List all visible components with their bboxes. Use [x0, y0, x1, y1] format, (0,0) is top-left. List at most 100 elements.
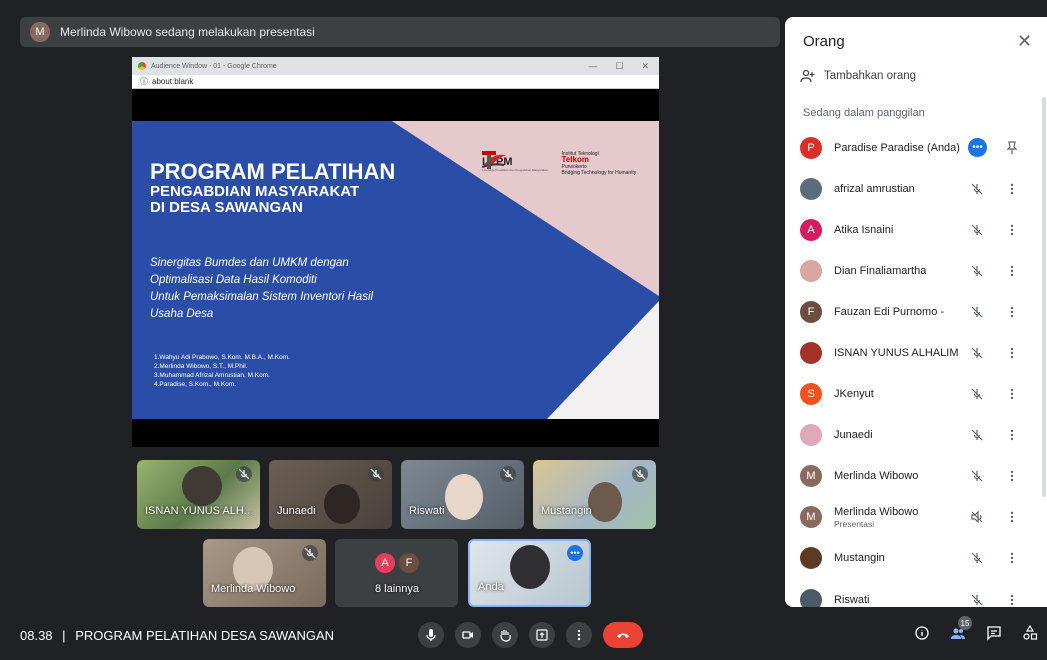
chrome-icon	[138, 62, 146, 70]
participant-name: Mustangin	[541, 505, 592, 517]
more-vert-icon[interactable]	[1007, 223, 1017, 237]
slide-logos: LPPM Lembaga Penelitian dan Pengabdian Ma…	[482, 151, 636, 176]
participant-avatar	[800, 424, 822, 447]
present-button[interactable]	[529, 622, 555, 648]
end-call-button[interactable]	[603, 622, 643, 648]
more-vert-icon[interactable]	[1007, 510, 1017, 524]
participant-avatar: F	[800, 300, 822, 323]
panel-scrollbar[interactable]	[1042, 97, 1046, 497]
more-vert-icon[interactable]	[1007, 264, 1017, 278]
presenting-label: Presentasi	[834, 518, 875, 529]
call-controls	[418, 622, 643, 648]
participant-row[interactable]: S JKenyut	[785, 374, 1040, 415]
more-button[interactable]	[566, 622, 592, 648]
participant-name: Junaedi	[834, 429, 873, 442]
self-video	[510, 545, 550, 589]
more-vert-icon[interactable]	[1007, 346, 1017, 360]
mic-off-icon	[500, 466, 516, 482]
slide-title: PROGRAM PELATIHAN	[150, 159, 396, 184]
participant-row[interactable]: Mustangin	[785, 538, 1040, 579]
presenting-text: Merlinda Wibowo sedang melakukan present…	[60, 25, 315, 39]
chat-button[interactable]	[986, 625, 1002, 646]
panel-title: Orang	[803, 33, 845, 50]
presentation-view[interactable]: Audience Window - 01 - Google Chrome — ☐…	[132, 57, 659, 447]
participant-name: Riswati	[409, 505, 445, 517]
mic-off-icon	[970, 469, 984, 483]
participant-row[interactable]: Riswati	[785, 579, 1040, 607]
clock-time: 08.38	[20, 628, 53, 643]
mic-off-icon	[970, 428, 984, 442]
participant-name: ISNAN YUNUS ALHALIM	[834, 347, 959, 360]
mic-button[interactable]	[418, 622, 444, 648]
more-vert-icon[interactable]	[1007, 387, 1017, 401]
participant-row[interactable]: P Paradise Paradise (Anda) •••	[785, 127, 1040, 168]
participant-row[interactable]: Junaedi	[785, 415, 1040, 456]
maximize-icon[interactable]: ☐	[615, 61, 623, 72]
raise-hand-button[interactable]	[492, 622, 518, 648]
pin-icon[interactable]	[1006, 140, 1018, 155]
camera-button[interactable]	[455, 622, 481, 648]
participant-name: JKenyut	[834, 388, 874, 401]
participant-row[interactable]: M Merlinda Wibowo Presentasi	[785, 497, 1040, 538]
slide: PROGRAM PELATIHAN PENGABDIAN MASYARAKAT …	[132, 121, 659, 419]
add-person-icon	[800, 69, 815, 83]
presenter-avatar: M	[30, 22, 50, 42]
section-label: Sedang dalam panggilan	[803, 107, 925, 119]
participant-name: Atika Isnaini	[834, 223, 894, 236]
close-panel-icon[interactable]: ✕	[1017, 31, 1032, 52]
participant-name: Merlinda Wibowo	[211, 583, 296, 595]
telkom-logo: Institut Teknologi Telkom Purwokerto Bridgi…	[482, 151, 636, 176]
others-tile[interactable]: A F 8 lainnya	[335, 539, 458, 607]
participant-row[interactable]: F Fauzan Edi Purnomo -	[785, 291, 1040, 332]
activities-icon	[1023, 624, 1038, 640]
participant-tile[interactable]: Mustangin	[533, 460, 656, 529]
address-bar[interactable]: ⓘ about:blank	[132, 75, 659, 89]
more-vert-icon	[577, 629, 581, 641]
participant-row[interactable]: A Atika Isnaini	[785, 209, 1040, 250]
more-vert-icon[interactable]	[1007, 428, 1017, 442]
self-tile[interactable]: Anda •••	[468, 539, 591, 607]
presenting-banner: M Merlinda Wibowo sedang melakukan prese…	[20, 17, 780, 47]
participant-name: Fauzan Edi Purnomo -	[834, 305, 945, 318]
more-vert-icon[interactable]	[1007, 551, 1017, 565]
participant-avatar: M	[800, 506, 822, 529]
participant-name: Paradise Paradise (Anda)	[834, 141, 960, 154]
more-vert-icon[interactable]	[1007, 469, 1017, 483]
activities-button[interactable]	[1022, 624, 1038, 646]
participant-list: P Paradise Paradise (Anda) ••• afrizal a…	[785, 127, 1040, 607]
mic-off-icon	[970, 346, 984, 360]
minimize-icon[interactable]: —	[588, 61, 597, 72]
others-label: 8 lainnya	[375, 583, 420, 595]
hand-icon	[500, 630, 511, 642]
mic-icon	[426, 629, 436, 641]
more-vert-icon[interactable]	[1007, 182, 1017, 196]
close-icon[interactable]: ✕	[641, 61, 649, 72]
participant-tile[interactable]: Riswati	[401, 460, 524, 529]
add-people-button[interactable]: Tambahkan orang	[800, 69, 916, 83]
info-button[interactable]	[914, 625, 930, 646]
participant-video	[182, 466, 222, 506]
participant-row[interactable]: M Merlinda Wibowo	[785, 456, 1040, 497]
mic-off-icon	[368, 466, 384, 482]
participant-tile[interactable]: Merlinda Wibowo	[203, 539, 326, 607]
participant-avatar	[800, 547, 822, 570]
participant-row[interactable]: Dian Finaliamartha	[785, 250, 1040, 291]
more-vert-icon[interactable]	[1007, 593, 1017, 607]
people-panel: Orang ✕ Tambahkan orang Sedang dalam pan…	[785, 17, 1047, 607]
participant-name: Merlinda Wibowo	[834, 470, 919, 483]
participant-name: Junaedi	[277, 505, 316, 517]
slide-description: Sinergitas Bumdes dan UMKM dengan Optima…	[150, 257, 374, 320]
window-title: Audience Window - 01 - Google Chrome	[151, 62, 277, 70]
participant-row[interactable]: afrizal amrustian	[785, 168, 1040, 209]
participant-video	[324, 484, 360, 524]
more-options-icon[interactable]: •••	[968, 138, 987, 158]
participant-name: afrizal amrustian	[834, 182, 915, 195]
participant-tile[interactable]: ISNAN YUNUS ALH...	[137, 460, 260, 529]
mic-off-icon	[236, 466, 252, 482]
participant-row[interactable]: ISNAN YUNUS ALHALIM	[785, 332, 1040, 373]
more-options-icon[interactable]: •••	[567, 545, 583, 561]
more-vert-icon[interactable]	[1007, 305, 1017, 319]
audio-off-icon	[970, 510, 984, 524]
participant-tile[interactable]: Junaedi	[269, 460, 392, 529]
participant-name: Mustangin	[834, 552, 885, 565]
